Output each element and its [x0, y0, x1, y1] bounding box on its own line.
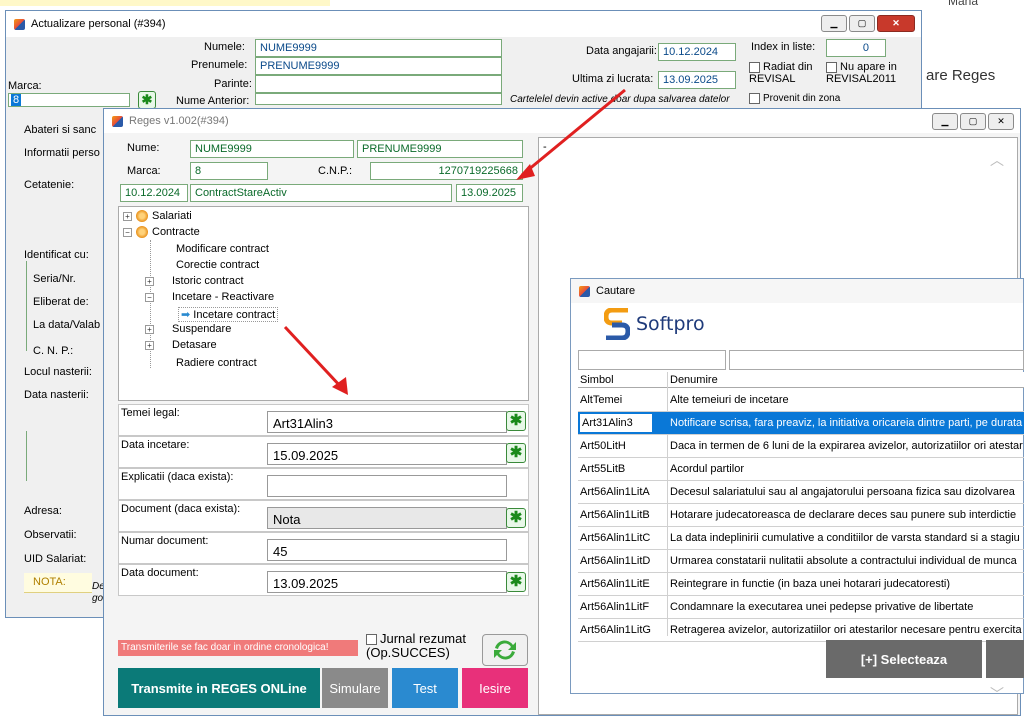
annotation-arrows: [283, 88, 626, 395]
arrow-to-cnp: [521, 88, 626, 177]
arrow-to-temei: [283, 325, 344, 390]
